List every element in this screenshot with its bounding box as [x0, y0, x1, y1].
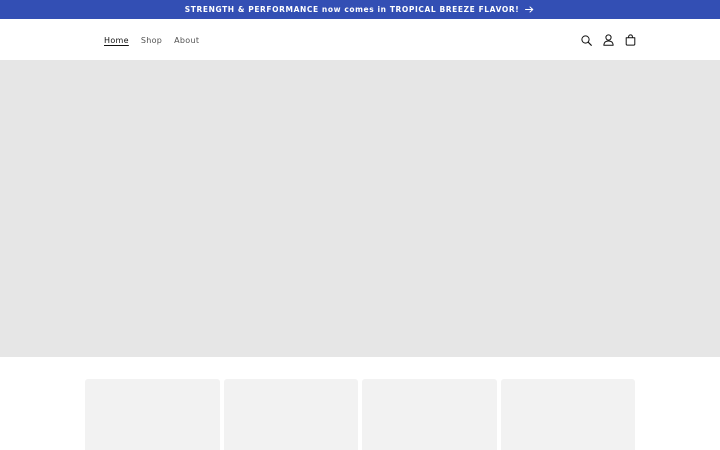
hero-image-placeholder — [0, 61, 720, 357]
arrow-right-icon — [525, 6, 535, 14]
account-icon[interactable] — [602, 34, 614, 46]
cart-icon[interactable] — [624, 34, 636, 46]
nav-link-about[interactable]: About — [174, 36, 199, 45]
nav-link-home[interactable]: Home — [104, 36, 129, 45]
collection-card[interactable] — [223, 379, 358, 450]
collection-card[interactable] — [500, 379, 635, 450]
header-icons — [580, 19, 636, 61]
announcement-bar[interactable]: STRENGTH & PERFORMANCE now comes in TROP… — [0, 0, 720, 19]
collection-card[interactable] — [85, 379, 220, 450]
search-icon[interactable] — [580, 34, 592, 46]
main-nav: Home Shop About — [104, 19, 199, 61]
site-header: Home Shop About — [0, 19, 720, 61]
collection-card[interactable] — [362, 379, 497, 450]
announcement-text: STRENGTH & PERFORMANCE now comes in TROP… — [184, 5, 520, 14]
collection-grid — [85, 379, 635, 450]
nav-link-shop[interactable]: Shop — [141, 36, 162, 45]
